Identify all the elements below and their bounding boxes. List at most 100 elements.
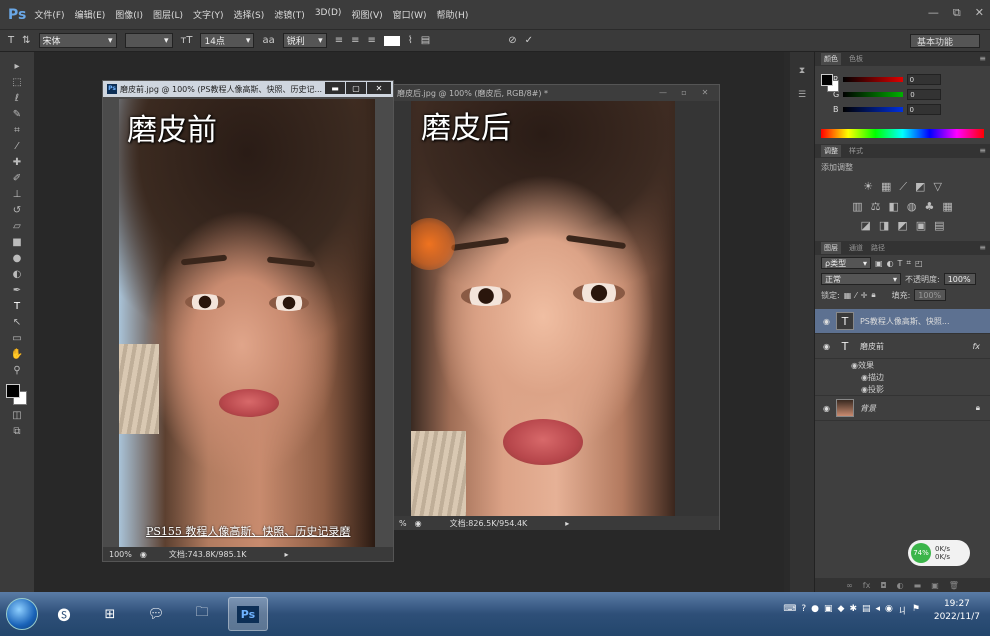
- quick-select-tool-icon[interactable]: ✎: [7, 108, 27, 121]
- gradient-tool-icon[interactable]: ■: [7, 236, 27, 249]
- filter-smart-icon[interactable]: ◰: [915, 259, 923, 268]
- menu-filter[interactable]: 滤镜(T): [274, 8, 305, 21]
- system-clock[interactable]: 19:27 2022/11/7: [934, 598, 980, 624]
- tab-color[interactable]: 颜色: [821, 53, 841, 65]
- text-orientation-icon[interactable]: ⇅: [22, 35, 30, 46]
- doc-minimize-button[interactable]: —: [653, 86, 673, 98]
- menu-window[interactable]: 窗口(W): [393, 8, 427, 21]
- effect-stroke[interactable]: ◉ 描边: [851, 371, 990, 383]
- status-menu-icon[interactable]: ◉: [415, 519, 422, 528]
- document-title-bar[interactable]: 磨皮后.jpg @ 100% (磨皮后, RGB/8#) * — ▫ ✕: [393, 85, 719, 101]
- group-icon[interactable]: ▬: [914, 581, 922, 590]
- blend-mode-select[interactable]: 正常 ▾: [821, 273, 901, 285]
- color-spectrum[interactable]: [821, 129, 984, 138]
- document-title-bar[interactable]: Ps 磨皮前.jpg @ 100% (PS教程人像高斯、快照、历史记... ▬ …: [103, 81, 393, 97]
- menu-image[interactable]: 图像(I): [115, 8, 143, 21]
- taskbar-app-photoshop[interactable]: Ps: [228, 597, 268, 631]
- tray-help-icon[interactable]: ?: [801, 604, 806, 617]
- fx-badge[interactable]: fx: [972, 342, 980, 351]
- start-button[interactable]: [6, 598, 38, 630]
- status-arrow-icon[interactable]: ▸: [565, 519, 569, 528]
- zoom-tool-icon[interactable]: ⚲: [7, 364, 27, 377]
- lasso-tool-icon[interactable]: ℓ: [7, 92, 27, 105]
- eyedropper-tool-icon[interactable]: ⁄: [7, 140, 27, 153]
- character-panel-icon[interactable]: ▤: [421, 35, 430, 46]
- photo-before[interactable]: 磨皮前 PS155 教程人像高斯、快照、历史记录磨: [119, 99, 375, 547]
- black-white-icon[interactable]: ◧: [888, 200, 898, 213]
- lock-move-icon[interactable]: ✛: [861, 291, 868, 300]
- lock-pixels-icon[interactable]: ▦: [844, 291, 852, 300]
- minimize-button[interactable]: —: [928, 6, 939, 20]
- new-layer-icon[interactable]: ▣: [931, 581, 939, 590]
- visibility-eye-icon[interactable]: ◉: [823, 404, 830, 413]
- font-family-select[interactable]: 宋体 ▾: [38, 33, 117, 48]
- antialias-select[interactable]: 锐利 ▾: [282, 33, 327, 48]
- panel-menu-icon[interactable]: ≡: [979, 54, 986, 63]
- tray-volume-icon[interactable]: ◂: [876, 604, 881, 617]
- doc-minimize-button[interactable]: ▬: [325, 82, 345, 94]
- tray-keyboard-icon[interactable]: ⌨: [783, 604, 796, 617]
- foreground-color-swatch[interactable]: [821, 74, 833, 86]
- link-icon[interactable]: ∞: [846, 581, 853, 590]
- dodge-tool-icon[interactable]: ◐: [7, 268, 27, 281]
- photo-after[interactable]: 磨皮后: [411, 101, 675, 516]
- panel-menu-icon[interactable]: ≡: [979, 243, 986, 252]
- effects-row[interactable]: ◉ 效果: [851, 359, 990, 371]
- curves-icon[interactable]: ⟋: [899, 180, 907, 194]
- delete-icon[interactable]: 🗑︎: [949, 581, 959, 590]
- color-swatches[interactable]: [821, 74, 839, 92]
- menu-edit[interactable]: 编辑(E): [75, 8, 106, 21]
- history-panel-icon[interactable]: ⧗: [799, 66, 805, 76]
- tab-adjustments[interactable]: 调整: [821, 145, 841, 157]
- type-tool-icon[interactable]: T: [8, 35, 14, 46]
- font-style-select[interactable]: ▾: [124, 33, 173, 48]
- layer-row-background[interactable]: ◉ 背景 🔒︎: [815, 396, 990, 421]
- tab-styles[interactable]: 样式: [849, 146, 863, 156]
- tab-paths[interactable]: 路径: [871, 243, 885, 253]
- healing-tool-icon[interactable]: ✚: [7, 156, 27, 169]
- tab-channels[interactable]: 通道: [849, 243, 863, 253]
- taskbar-app-sogou[interactable]: 🅢: [44, 597, 84, 631]
- history-brush-tool-icon[interactable]: ↺: [7, 204, 27, 217]
- selective-color-icon[interactable]: ▣: [916, 219, 926, 232]
- visibility-eye-icon[interactable]: ◉: [823, 342, 830, 351]
- filter-adjust-icon[interactable]: ◐: [887, 259, 894, 268]
- channel-r-value[interactable]: 0: [906, 74, 941, 85]
- quick-mask-icon[interactable]: ◫: [7, 409, 27, 422]
- tray-ime-icon[interactable]: ㄐ: [898, 604, 907, 617]
- invert-icon[interactable]: ◪: [860, 219, 870, 232]
- tray-gear-icon[interactable]: ✱: [849, 604, 857, 617]
- stamp-tool-icon[interactable]: ⊥: [7, 188, 27, 201]
- cancel-icon[interactable]: ⊘: [508, 35, 516, 46]
- eraser-tool-icon[interactable]: ▱: [7, 220, 27, 233]
- path-select-tool-icon[interactable]: ↖: [7, 316, 27, 329]
- tray-flag-icon[interactable]: ⚑: [912, 604, 920, 617]
- layer-name[interactable]: 磨皮前: [860, 341, 884, 352]
- warp-text-icon[interactable]: ⌇: [408, 35, 413, 46]
- doc-restore-button[interactable]: ▢: [346, 82, 366, 94]
- menu-view[interactable]: 视图(V): [351, 8, 382, 21]
- close-button[interactable]: ✕: [975, 6, 984, 20]
- opacity-input[interactable]: 100%: [943, 273, 976, 285]
- vibrance-icon[interactable]: ▽: [933, 180, 941, 194]
- brightness-icon[interactable]: ☀: [863, 180, 873, 194]
- text-color-swatch[interactable]: [383, 35, 400, 46]
- visibility-eye-icon[interactable]: ◉: [823, 317, 830, 326]
- doc-restore-button[interactable]: ▫: [674, 86, 694, 98]
- channel-mixer-icon[interactable]: ♣: [925, 200, 935, 213]
- doc-close-button[interactable]: ✕: [367, 82, 391, 94]
- status-arrow-icon[interactable]: ▸: [285, 550, 289, 559]
- align-center-icon[interactable]: ≡: [351, 35, 359, 46]
- menu-3d[interactable]: 3D(D): [315, 8, 342, 21]
- zoom-level[interactable]: %: [399, 519, 407, 528]
- color-lookup-icon[interactable]: ▦: [942, 200, 952, 213]
- channel-b-value[interactable]: 0: [906, 104, 941, 115]
- lock-all-icon[interactable]: 🔒︎: [871, 290, 875, 300]
- menu-help[interactable]: 帮助(H): [437, 8, 469, 21]
- menu-select[interactable]: 选择(S): [234, 8, 265, 21]
- taskbar-app-wechat[interactable]: 💬︎: [136, 597, 176, 631]
- menu-file[interactable]: 文件(F): [34, 8, 64, 21]
- panel-menu-icon[interactable]: ≡: [979, 146, 986, 155]
- shape-tool-icon[interactable]: ▭: [7, 332, 27, 345]
- channel-r-slider[interactable]: [842, 77, 903, 82]
